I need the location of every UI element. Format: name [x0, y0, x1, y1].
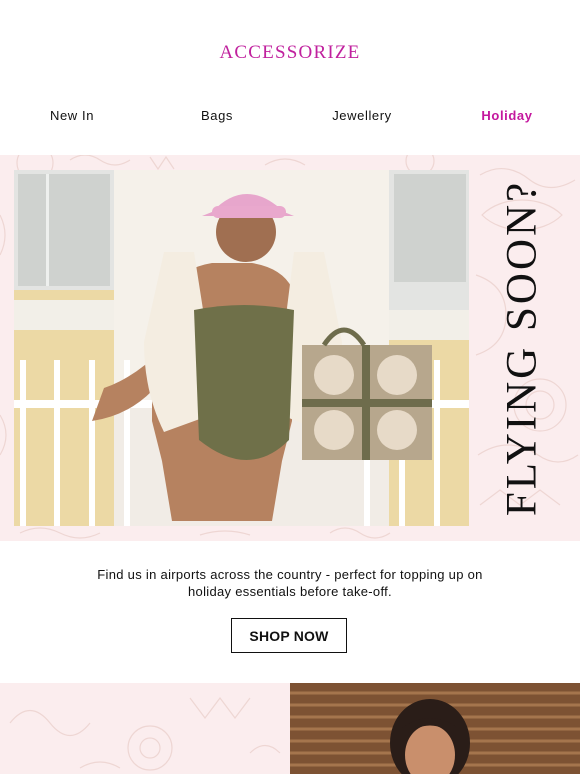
accessorize-logo[interactable]: ACCESSORIZE	[0, 42, 580, 64]
model-with-crochet-bag-image	[14, 170, 469, 526]
nav-item-jewellery[interactable]: Jewellery	[332, 108, 392, 123]
nav-item-holiday[interactable]: Holiday	[481, 108, 532, 123]
hero-headline: FLYING SOON?	[498, 179, 546, 517]
nav-item-new-in[interactable]: New In	[50, 108, 94, 123]
promo-copy: Find us in airports across the country -…	[97, 567, 483, 599]
decorative-doodle-background	[9, 697, 281, 771]
shop-now-button[interactable]: SHOP NOW	[231, 618, 347, 653]
main-nav: New In Bags Jewellery Holiday	[0, 108, 580, 126]
next-banner-photo[interactable]	[290, 683, 580, 774]
hero-banner[interactable]: FLYING SOON?	[0, 155, 580, 541]
hero-photo[interactable]	[14, 170, 469, 526]
next-banner-doodle-panel	[0, 683, 290, 774]
nav-item-bags[interactable]: Bags	[201, 108, 233, 123]
model-portrait-image	[290, 683, 580, 774]
